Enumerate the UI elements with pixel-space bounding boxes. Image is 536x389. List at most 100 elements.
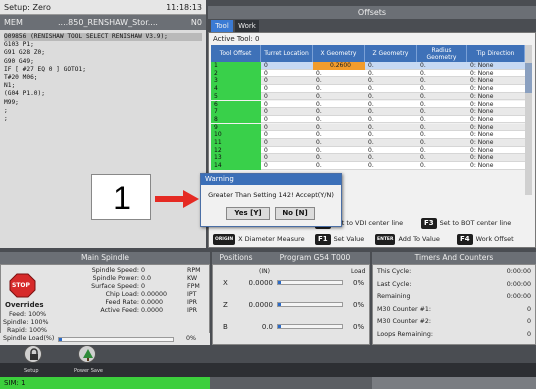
table-cell[interactable]: 0: None bbox=[467, 147, 525, 155]
table-cell[interactable]: 0. bbox=[417, 77, 467, 85]
table-cell[interactable]: 0 bbox=[261, 62, 313, 70]
table-cell[interactable]: 0: None bbox=[467, 131, 525, 139]
tab-work[interactable]: Work bbox=[235, 20, 259, 32]
table-cell[interactable]: 0: None bbox=[467, 85, 525, 93]
table-row[interactable]: 6 0 0. 0. 0. 0: None bbox=[211, 100, 525, 109]
table-cell[interactable]: 0 bbox=[261, 131, 313, 139]
table-row[interactable]: 11 0 0. 0. 0. 0: None bbox=[211, 139, 525, 147]
table-cell[interactable]: 0. bbox=[313, 124, 365, 132]
table-cell[interactable]: 0. bbox=[365, 77, 417, 85]
table-cell[interactable]: 0 bbox=[261, 162, 313, 170]
table-row[interactable]: 3 0 0. 0. 0. 0: None bbox=[211, 77, 525, 85]
tool-offset-number[interactable]: 12 bbox=[211, 146, 261, 155]
table-cell[interactable]: 0. bbox=[313, 101, 365, 109]
table-cell[interactable]: 0. bbox=[313, 70, 365, 78]
table-cell[interactable]: 0. bbox=[417, 116, 467, 124]
tool-offset-number[interactable]: 6 bbox=[211, 100, 261, 109]
program-line[interactable]: IF [ #27 EQ 0 ] GOTO1; bbox=[4, 66, 202, 74]
table-cell[interactable]: 0. bbox=[417, 108, 467, 116]
table-cell[interactable]: 0. bbox=[365, 101, 417, 109]
setup-lock-icon[interactable] bbox=[24, 345, 42, 363]
program-line[interactable]: G91 G28 Z0; bbox=[4, 49, 202, 57]
table-row[interactable]: 4 0 0. 0. 0. 0: None bbox=[211, 85, 525, 93]
table-cell[interactable]: 0. bbox=[417, 85, 467, 93]
table-row[interactable]: 9 0 0. 0. 0. 0: None bbox=[211, 123, 525, 132]
table-cell[interactable]: 0. bbox=[417, 147, 467, 155]
program-line[interactable]: G90 G49; bbox=[4, 58, 202, 66]
table-row[interactable]: 14 0 0. 0. 0. 0: None bbox=[211, 162, 525, 170]
program-line[interactable]: N1; bbox=[4, 82, 202, 90]
f4-key[interactable]: F4 Work Offset bbox=[457, 233, 514, 246]
table-cell[interactable]: 0: None bbox=[467, 101, 525, 109]
tool-offset-number[interactable]: 14 bbox=[211, 162, 261, 170]
power-save-tree-icon[interactable] bbox=[78, 345, 96, 363]
offsets-scrollbar[interactable] bbox=[525, 45, 532, 195]
table-cell[interactable]: 0: None bbox=[467, 139, 525, 147]
tool-offset-number[interactable]: 5 bbox=[211, 92, 261, 101]
tool-offset-number[interactable]: 9 bbox=[211, 123, 261, 132]
tool-offset-number[interactable]: 3 bbox=[211, 77, 261, 85]
program-line[interactable]: O09856 (RENISHAW TOOL SELECT RENISHAW V3… bbox=[4, 33, 202, 42]
table-cell[interactable]: 0: None bbox=[467, 62, 525, 70]
tool-offset-number[interactable]: 8 bbox=[211, 115, 261, 124]
table-row[interactable]: 1 0 0.2600 0. 0. 0: None bbox=[211, 62, 525, 70]
table-cell[interactable]: 0 bbox=[261, 70, 313, 78]
table-cell[interactable]: 0. bbox=[417, 62, 467, 70]
f3-key[interactable]: F3 Set to BOT center line bbox=[421, 217, 511, 230]
table-cell[interactable]: 0: None bbox=[467, 77, 525, 85]
table-cell[interactable]: 0 bbox=[261, 85, 313, 93]
table-cell[interactable]: 0. bbox=[313, 147, 365, 155]
table-cell[interactable]: 0. bbox=[365, 124, 417, 132]
f1-key[interactable]: F1 Set Value bbox=[315, 233, 364, 246]
table-cell[interactable]: 0. bbox=[417, 139, 467, 147]
tool-offset-number[interactable]: 4 bbox=[211, 85, 261, 93]
table-cell[interactable]: 0: None bbox=[467, 154, 525, 162]
table-row[interactable]: 2 0 0. 0. 0. 0: None bbox=[211, 69, 525, 78]
program-line[interactable]: (G04 P1.0); bbox=[4, 90, 202, 98]
tool-offset-number[interactable]: 13 bbox=[211, 154, 261, 162]
table-cell[interactable]: 0. bbox=[365, 85, 417, 93]
program-line[interactable]: T#20 M06; bbox=[4, 74, 202, 82]
table-cell[interactable]: 0. bbox=[313, 139, 365, 147]
table-cell[interactable]: 0. bbox=[365, 131, 417, 139]
table-cell[interactable]: 0. bbox=[417, 124, 467, 132]
tab-tool[interactable]: Tool bbox=[211, 20, 233, 32]
table-cell[interactable]: 0: None bbox=[467, 108, 525, 116]
table-cell[interactable]: 0 bbox=[261, 93, 313, 101]
table-cell[interactable]: 0. bbox=[417, 101, 467, 109]
table-cell[interactable]: 0 bbox=[261, 101, 313, 109]
tool-offset-number[interactable]: 10 bbox=[211, 131, 261, 139]
table-row[interactable]: 7 0 0. 0. 0. 0: None bbox=[211, 108, 525, 116]
table-cell[interactable]: 0.2600 bbox=[313, 62, 365, 70]
program-line[interactable]: ; bbox=[4, 115, 202, 123]
table-cell[interactable]: 0: None bbox=[467, 124, 525, 132]
scrollbar-thumb[interactable] bbox=[525, 63, 532, 93]
table-row[interactable]: 8 0 0. 0. 0. 0: None bbox=[211, 115, 525, 124]
table-cell[interactable]: 0. bbox=[365, 139, 417, 147]
tool-offset-number[interactable]: 11 bbox=[211, 139, 261, 147]
table-row[interactable]: 10 0 0. 0. 0. 0: None bbox=[211, 131, 525, 139]
table-cell[interactable]: 0. bbox=[417, 93, 467, 101]
table-cell[interactable]: 0. bbox=[365, 70, 417, 78]
table-row[interactable]: 13 0 0. 0. 0. 0: None bbox=[211, 154, 525, 162]
table-cell[interactable]: 0. bbox=[365, 154, 417, 162]
table-cell[interactable]: 0. bbox=[365, 147, 417, 155]
table-cell[interactable]: 0. bbox=[313, 77, 365, 85]
yes-button[interactable]: Yes [Y] bbox=[226, 207, 270, 220]
table-cell[interactable]: 0. bbox=[313, 131, 365, 139]
table-cell[interactable]: 0 bbox=[261, 116, 313, 124]
table-cell[interactable]: 0. bbox=[417, 154, 467, 162]
table-cell[interactable]: 0 bbox=[261, 154, 313, 162]
table-cell[interactable]: 0. bbox=[417, 162, 467, 170]
table-cell[interactable]: 0: None bbox=[467, 70, 525, 78]
table-cell[interactable]: 0 bbox=[261, 147, 313, 155]
table-cell[interactable]: 0. bbox=[313, 108, 365, 116]
table-cell[interactable]: 0. bbox=[365, 108, 417, 116]
program-line[interactable]: G103 P1; bbox=[4, 41, 202, 49]
table-cell[interactable]: 0. bbox=[417, 70, 467, 78]
table-row[interactable]: 12 0 0. 0. 0. 0: None bbox=[211, 146, 525, 155]
program-line[interactable]: M99; bbox=[4, 99, 202, 107]
table-cell[interactable]: 0. bbox=[313, 154, 365, 162]
table-row[interactable]: 5 0 0. 0. 0. 0: None bbox=[211, 92, 525, 101]
no-button[interactable]: No [N] bbox=[275, 207, 315, 220]
